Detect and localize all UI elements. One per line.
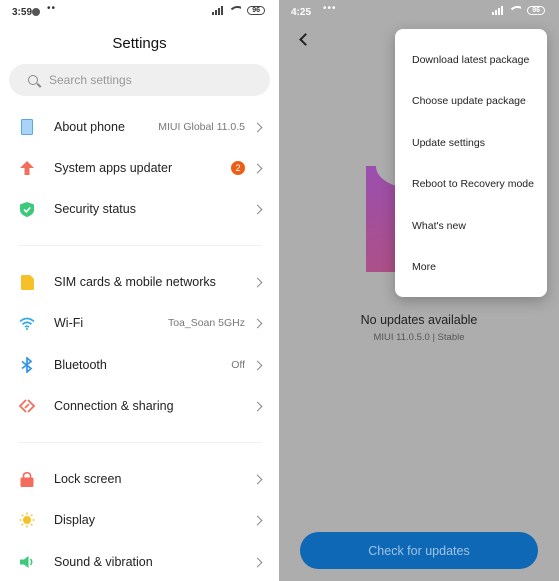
menu-item-choose-update-package[interactable]: Choose update package <box>412 95 526 107</box>
check-for-updates-button[interactable]: Check for updates <box>300 532 538 569</box>
chevron-right-icon <box>252 318 263 328</box>
lock-icon <box>19 471 35 487</box>
chevron-right-icon <box>252 277 263 287</box>
battery-icon: 96 <box>527 6 545 15</box>
back-arrow-icon[interactable] <box>299 33 312 46</box>
settings-item-label: System apps updater <box>54 161 173 175</box>
settings-item-value: MIUI Global 11.0.5 <box>158 121 245 133</box>
settings-item-sound-vibration[interactable]: Sound & vibration <box>0 542 279 581</box>
settings-item-wifi[interactable]: Wi-Fi Toa_Soan 5GHz <box>0 303 279 343</box>
settings-item-label: Connection & sharing <box>54 399 174 413</box>
settings-item-value: Off <box>231 359 245 371</box>
sim-card-icon <box>19 274 35 290</box>
notification-icon <box>32 8 40 16</box>
settings-item-about-phone[interactable]: About phone MIUI Global 11.0.5 <box>0 107 279 147</box>
settings-item-label: Wi-Fi <box>54 316 84 330</box>
settings-item-security-status[interactable]: Security status <box>0 189 279 229</box>
wifi-icon <box>19 315 35 331</box>
search-bar[interactable] <box>9 64 270 96</box>
battery-icon: 96 <box>247 6 265 15</box>
search-icon <box>28 75 38 85</box>
notification-badge: 2 <box>231 161 245 175</box>
settings-item-system-apps-updater[interactable]: System apps updater 2 <box>0 148 279 188</box>
wifi-status-icon <box>230 6 242 15</box>
settings-item-label: Bluetooth <box>54 358 107 372</box>
settings-item-connection-sharing[interactable]: Connection & sharing <box>0 386 279 426</box>
status-bar: 3:59 •• 96 <box>0 0 279 24</box>
chevron-right-icon <box>252 163 263 173</box>
update-status-text: No updates available <box>360 313 478 327</box>
status-time: 3:59 <box>12 7 33 18</box>
signal-icon <box>212 6 224 15</box>
connection-sharing-icon <box>19 398 35 414</box>
page-title: Settings <box>112 35 167 52</box>
settings-item-label: Sound & vibration <box>54 555 153 569</box>
status-time: 4:25 <box>291 7 312 18</box>
settings-item-label: About phone <box>54 120 125 134</box>
settings-item-label: Security status <box>54 202 136 216</box>
menu-item-update-settings[interactable]: Update settings <box>412 137 485 149</box>
settings-item-value: Toa_Soan 5GHz <box>167 317 245 329</box>
settings-item-display[interactable]: Display <box>0 500 279 540</box>
chevron-right-icon <box>252 122 263 132</box>
shield-check-icon <box>19 201 35 217</box>
settings-item-label: Lock screen <box>54 472 122 486</box>
settings-item-bluetooth[interactable]: Bluetooth Off <box>0 345 279 385</box>
chevron-right-icon <box>252 474 263 484</box>
arrow-up-icon <box>19 160 35 176</box>
status-bar: 4:25 ••• 96 <box>279 0 559 24</box>
overflow-menu: Download latest package Choose update pa… <box>395 29 547 297</box>
more-notifications-icon: •• <box>47 3 57 14</box>
section-divider <box>18 245 262 246</box>
bluetooth-icon <box>19 357 35 373</box>
chevron-right-icon <box>252 204 263 214</box>
menu-item-reboot-recovery[interactable]: Reboot to Recovery mode <box>412 178 534 190</box>
version-text: MIUI 11.0.5.0 | Stable <box>373 332 465 343</box>
settings-item-sim-cards[interactable]: SIM cards & mobile networks <box>0 262 279 302</box>
chevron-right-icon <box>252 401 263 411</box>
chevron-right-icon <box>252 515 263 525</box>
more-notifications-icon: ••• <box>323 3 337 14</box>
settings-screen: 3:59 •• 96 Settings About phone MIUI Glo… <box>0 0 279 581</box>
search-input[interactable] <box>49 73 249 87</box>
phone-icon <box>19 119 35 135</box>
settings-item-label: SIM cards & mobile networks <box>54 275 216 289</box>
settings-item-label: Display <box>54 513 95 527</box>
section-divider <box>18 442 262 443</box>
menu-item-download-latest-package[interactable]: Download latest package <box>412 54 529 66</box>
chevron-right-icon <box>252 557 263 567</box>
menu-item-whats-new[interactable]: What's new <box>412 220 466 232</box>
chevron-right-icon <box>252 360 263 370</box>
sun-icon <box>19 512 35 528</box>
settings-item-lock-screen[interactable]: Lock screen <box>0 459 279 499</box>
speaker-icon <box>19 554 35 570</box>
menu-item-more[interactable]: More <box>412 261 436 273</box>
signal-icon <box>492 6 504 15</box>
wifi-status-icon <box>510 6 522 15</box>
